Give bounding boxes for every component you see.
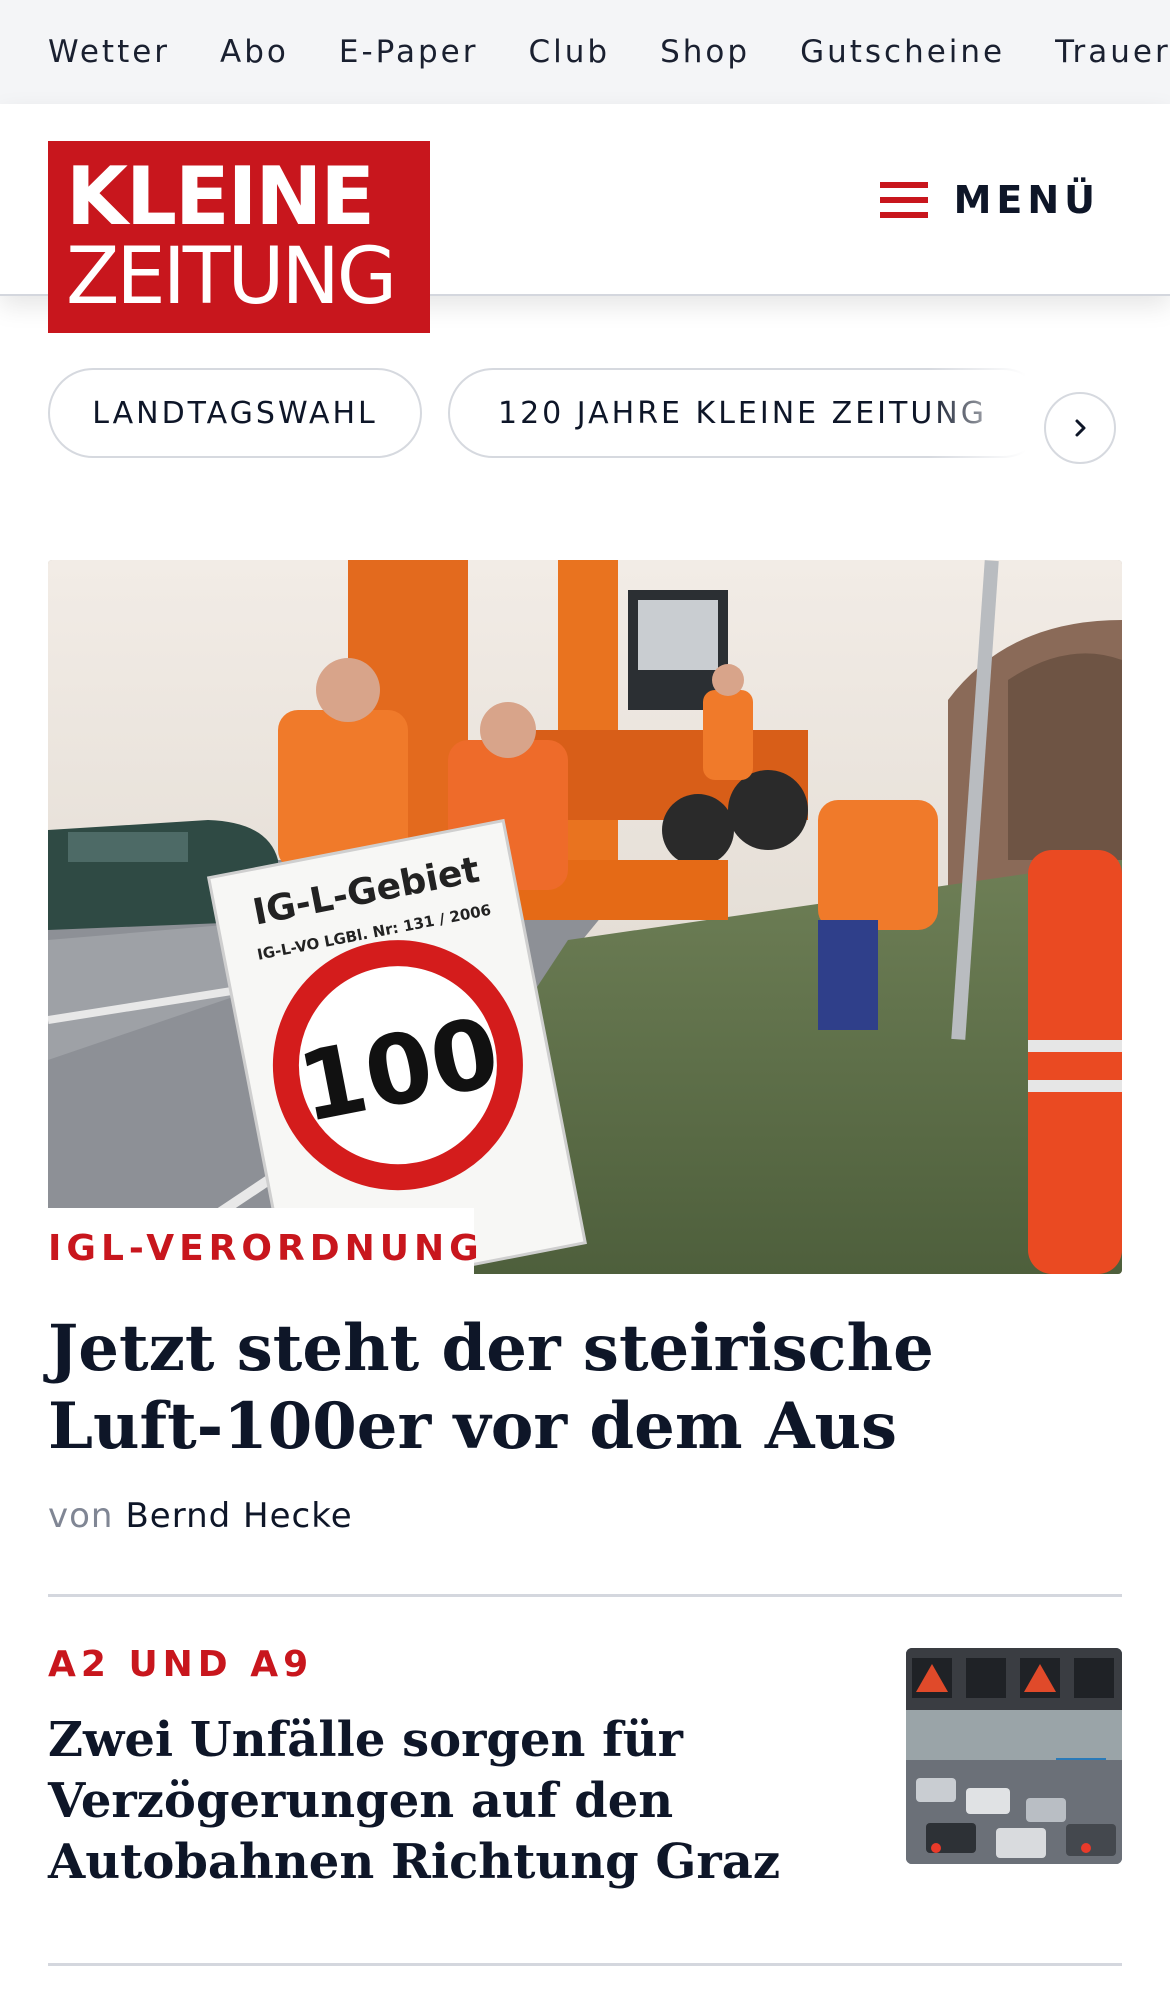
utility-link-club[interactable]: Club — [528, 34, 610, 70]
utility-bar: Wetter Abo E-Paper Club Shop Gutscheine … — [0, 0, 1170, 104]
chevron-right-icon — [1075, 419, 1086, 437]
lead-article-title[interactable]: Jetzt steht der steirische Luft-100er vo… — [48, 1310, 1122, 1466]
utility-nav: Wetter Abo E-Paper Club Shop Gutscheine … — [48, 0, 1170, 104]
article-kicker: A2 UND A9 — [48, 1644, 314, 1685]
utility-link-shop[interactable]: Shop — [660, 34, 750, 70]
article-divider — [48, 1963, 1122, 1966]
logo-word-zeitung: ZEITUNG — [66, 232, 397, 322]
byline-prefix: von — [48, 1496, 114, 1536]
byline-author[interactable]: Bernd Hecke — [125, 1496, 352, 1536]
utility-link-gutscheine[interactable]: Gutscheine — [800, 34, 1005, 70]
thumbnail-photo-traffic — [906, 1648, 1122, 1864]
site-logo[interactable]: KLEINE ZEITUNG — [48, 141, 430, 333]
lead-byline: von Bernd Hecke — [48, 1496, 353, 1536]
pills-next-button[interactable] — [1044, 392, 1116, 464]
utility-link-traueranzeigen[interactable]: Traueranzeigen — [1055, 34, 1170, 70]
hamburger-icon — [879, 182, 928, 218]
lead-article-image[interactable]: IG-L-Gebiet IG-L-VO LGBl. Nr: 131 / 2006… — [48, 560, 1122, 1274]
site-header: KLEINE ZEITUNG MENÜ — [0, 104, 1170, 333]
topic-pill-landtagswahl[interactable]: LANDTAGSWAHL — [48, 368, 422, 458]
logo-word-kleine: KLEINE — [66, 150, 375, 243]
utility-link-epaper[interactable]: E-Paper — [339, 34, 479, 70]
utility-link-wetter[interactable]: Wetter — [48, 34, 170, 70]
article-divider — [48, 1594, 1122, 1597]
menu-label: MENÜ — [953, 178, 1100, 222]
topic-pills: LANDTAGSWAHL 120 JAHRE KLEINE ZEITUNG — [48, 368, 1122, 468]
lead-photo-road-sign: IG-L-Gebiet IG-L-VO LGBl. Nr: 131 / 2006… — [48, 560, 1122, 1274]
article-title[interactable]: Zwei Unfälle sorgen für Verzögerungen au… — [48, 1710, 868, 1893]
menu-button[interactable]: MENÜ — [879, 164, 1100, 236]
lead-kicker: IGL-VERORDNUNG — [48, 1228, 484, 1269]
article-thumbnail[interactable] — [906, 1648, 1122, 1864]
utility-link-abo[interactable]: Abo — [220, 34, 289, 70]
